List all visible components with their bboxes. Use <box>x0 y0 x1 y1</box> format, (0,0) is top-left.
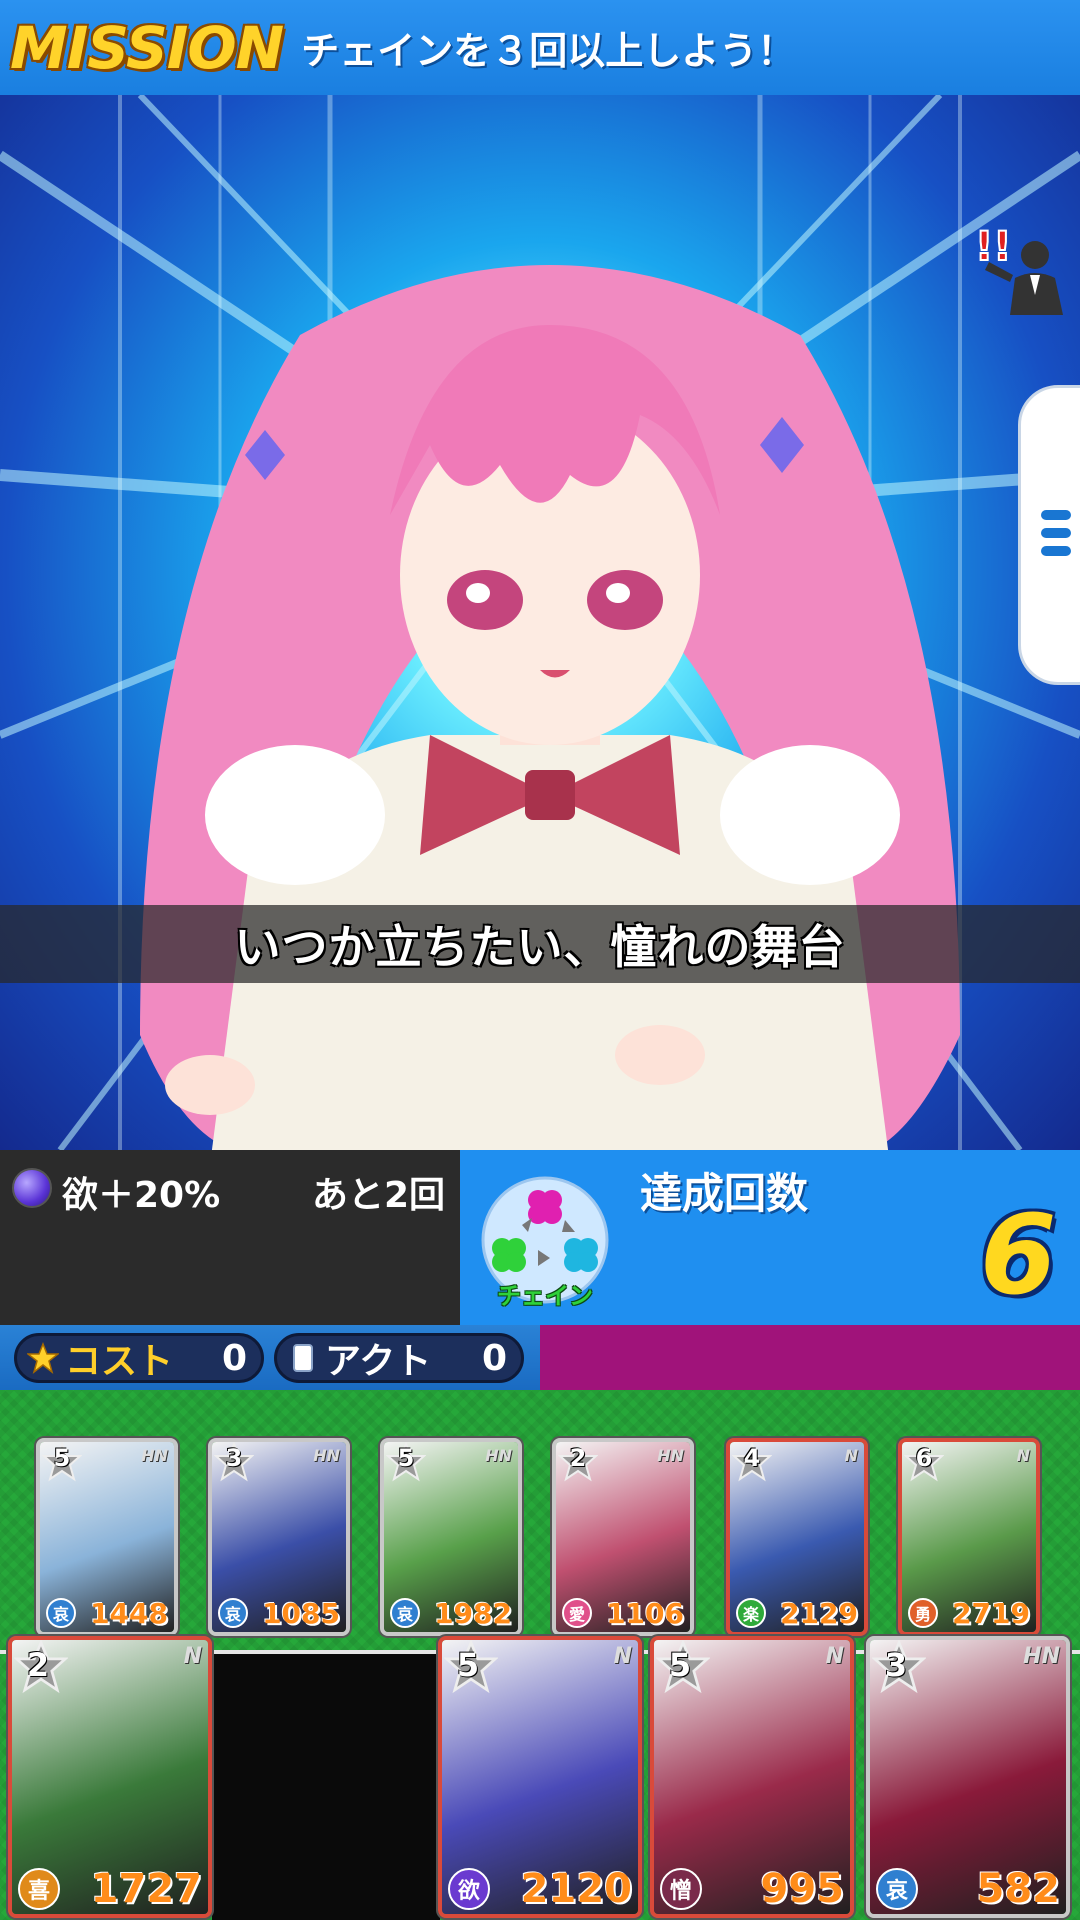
card-cost: 4 <box>743 1444 761 1472</box>
manager-alert-icon[interactable]: !! <box>975 220 1075 315</box>
card-cost: 5 <box>456 1646 480 1684</box>
card-cost: 2 <box>26 1646 50 1684</box>
resource-bar-accent <box>540 1325 1080 1390</box>
field_cards-card[interactable]: 5 HN 哀 1982 <box>380 1438 522 1636</box>
card-rarity: HN <box>1023 1644 1060 1669</box>
mission-bar: MISSION チェインを３回以上しよう！ <box>0 0 1080 95</box>
remaining-count: あと2回 <box>312 1175 446 1216</box>
card-cost: 6 <box>915 1444 933 1472</box>
card-attribute-badge: 愛 <box>562 1598 592 1628</box>
card-power: 1106 <box>606 1597 684 1630</box>
menu-icon-bar <box>1041 510 1071 520</box>
card-rarity: N <box>613 1644 632 1669</box>
field_cards-card[interactable]: 2 HN 愛 1106 <box>552 1438 694 1636</box>
card-power: 2129 <box>780 1597 858 1630</box>
card-cost: 2 <box>569 1444 587 1472</box>
menu-icon-bar <box>1041 528 1071 538</box>
field_cards-card[interactable]: 4 N 楽 2129 <box>726 1438 868 1636</box>
card-power: 1982 <box>434 1597 512 1630</box>
bonus-text: 欲＋20% <box>62 1175 221 1216</box>
act-card-icon <box>293 1344 313 1372</box>
card-rarity: HN <box>141 1446 168 1465</box>
card-rarity: HN <box>657 1446 684 1465</box>
hand_cards-card[interactable]: 5 N 憎 995 <box>650 1636 854 1918</box>
empty-hand-slot <box>212 1654 440 1920</box>
card-cost: 3 <box>884 1646 908 1684</box>
card-rarity: N <box>844 1446 858 1465</box>
card-cost: 5 <box>53 1444 71 1472</box>
mission-logo: MISSION <box>10 13 284 82</box>
hand_cards-card[interactable]: 5 N 欲 2120 <box>438 1636 642 1918</box>
act-counter: アクト 0 <box>274 1333 524 1383</box>
card-rarity: HN <box>485 1446 512 1465</box>
card-power: 1085 <box>262 1597 340 1630</box>
side-menu-tab[interactable] <box>1018 385 1080 685</box>
svg-text:!!: !! <box>975 224 1011 270</box>
card-attribute-badge: 哀 <box>218 1598 248 1628</box>
chain-label: チェイン <box>497 1282 593 1310</box>
card-attribute-badge: 欲 <box>448 1868 490 1910</box>
card-attribute-badge: 勇 <box>908 1598 938 1628</box>
card-rarity: N <box>183 1644 202 1669</box>
dialogue-band: いつか立ちたい、憧れの舞台 <box>0 905 1080 983</box>
card-rarity: HN <box>313 1446 340 1465</box>
hand_cards-card[interactable]: 3 HN 哀 582 <box>866 1636 1070 1918</box>
card-power: 582 <box>976 1866 1061 1912</box>
card-attribute-badge: 哀 <box>876 1868 918 1910</box>
resource-bar: コスト 0 アクト 0 <box>0 1325 1080 1390</box>
act-label: アクト <box>325 1341 432 1382</box>
card-power: 2719 <box>952 1597 1030 1630</box>
field_cards-card[interactable]: 3 HN 哀 1085 <box>208 1438 350 1636</box>
card-cost: 3 <box>225 1444 243 1472</box>
achievement-count: 6 <box>980 1191 1057 1319</box>
character-illustration <box>140 265 960 1150</box>
field_cards-card[interactable]: 5 HN 哀 1448 <box>36 1438 178 1636</box>
card-attribute-badge: 喜 <box>18 1868 60 1910</box>
bonus-panel: 欲＋20% あと2回 <box>0 1150 460 1325</box>
dialogue-text: いつか立ちたい、憧れの舞台 <box>234 920 846 974</box>
cost-counter: コスト 0 <box>14 1333 264 1383</box>
cost-label: コスト <box>65 1341 174 1382</box>
star-icon <box>27 1342 59 1374</box>
card-rarity: N <box>1016 1446 1030 1465</box>
card-power: 995 <box>760 1866 845 1912</box>
card-cost: 5 <box>668 1646 692 1684</box>
card-power: 2120 <box>520 1866 632 1912</box>
card-attribute-badge: 憎 <box>660 1868 702 1910</box>
menu-icon-bar <box>1041 546 1071 556</box>
card-attribute-badge: 哀 <box>46 1598 76 1628</box>
card-attribute-badge: 楽 <box>736 1598 766 1628</box>
field_cards-card[interactable]: 6 N 勇 2719 <box>898 1438 1040 1636</box>
hand_cards-card[interactable]: 2 N 喜 1727 <box>8 1636 212 1918</box>
achievement-panel: チェイン 達成回数 6 <box>460 1150 1080 1325</box>
card-power: 1727 <box>90 1866 202 1912</box>
act-value: 0 <box>481 1337 507 1379</box>
desire-orb-icon <box>12 1168 52 1208</box>
card-rarity: N <box>825 1644 844 1669</box>
mission-text: チェインを３回以上しよう！ <box>301 29 796 73</box>
achievement-title: 達成回数 <box>640 1169 809 1218</box>
card-power: 1448 <box>90 1597 168 1630</box>
story-scene[interactable]: !! いつか立ちたい、憧れの舞台 <box>0 95 1080 1150</box>
cost-value: 0 <box>221 1337 247 1379</box>
card-attribute-badge: 哀 <box>390 1598 420 1628</box>
card-cost: 5 <box>397 1444 415 1472</box>
